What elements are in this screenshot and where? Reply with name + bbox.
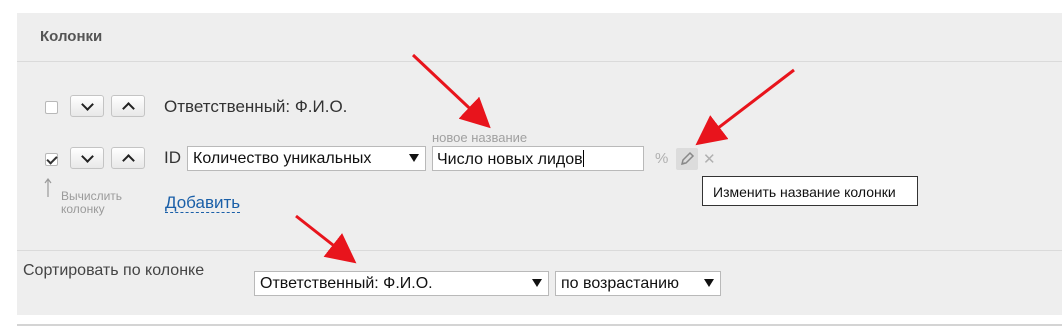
annotation-arrow-3: [295, 214, 357, 264]
annotation-arrow-2: [695, 68, 795, 146]
annotation-arrow-1: [411, 53, 491, 129]
annotation-arrows: [295, 53, 795, 264]
